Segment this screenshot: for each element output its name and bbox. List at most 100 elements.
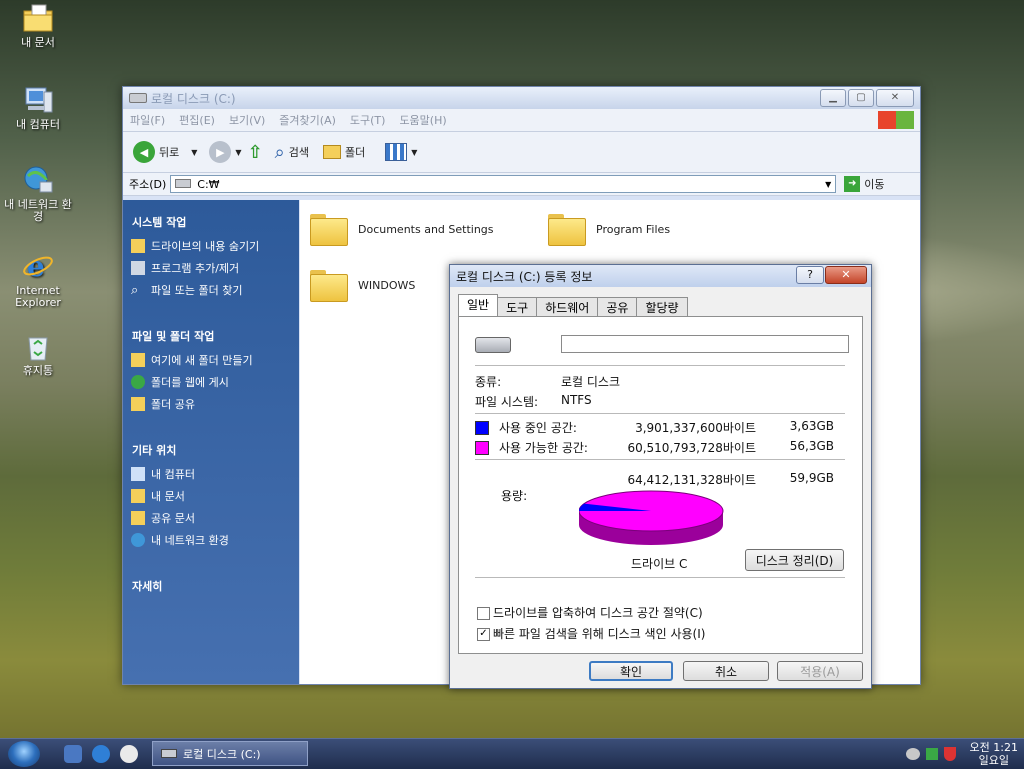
computer-icon xyxy=(22,84,54,116)
dialog-titlebar[interactable]: 로컬 디스크 (C:) 등록 정보 ? ✕ xyxy=(450,265,871,287)
close-button[interactable]: ✕ xyxy=(876,89,914,107)
desktop-icon-my-documents[interactable]: 내 문서 xyxy=(0,2,76,49)
folder-documents-and-settings[interactable]: Documents and Settings xyxy=(310,212,494,246)
drive-icon xyxy=(175,178,192,188)
menu-favorites[interactable]: 즐겨찾기(A) xyxy=(272,112,343,128)
forward-button[interactable]: ▶ ▼ xyxy=(209,141,242,163)
chevron-down-icon[interactable]: ▼ xyxy=(235,148,241,157)
folder-icon xyxy=(310,268,348,302)
task-publish-web[interactable]: 폴더를 웹에 게시 xyxy=(131,374,299,390)
apply-button[interactable]: 적용(A) xyxy=(777,661,863,681)
task-new-folder[interactable]: 여기에 새 폴더 만들기 xyxy=(131,352,299,368)
address-dropdown[interactable]: ▼ xyxy=(825,180,831,189)
start-button[interactable] xyxy=(8,741,40,767)
index-label[interactable]: 빠른 파일 검색을 위해 디스크 색인 사용(I) xyxy=(493,625,705,642)
folder-program-files[interactable]: Program Files xyxy=(548,212,670,246)
menu-tools[interactable]: 도구(T) xyxy=(343,112,393,128)
go-label: 이동 xyxy=(864,178,885,191)
up-folder-button[interactable]: ⇧ xyxy=(248,142,263,163)
folder-icon xyxy=(548,212,586,246)
compress-checkbox[interactable] xyxy=(477,607,490,620)
place-my-computer[interactable]: 내 컴퓨터 xyxy=(131,466,299,482)
other-places-header[interactable]: 기타 위치 xyxy=(132,442,299,458)
file-tasks-header[interactable]: 파일 및 폴더 작업 xyxy=(132,328,299,344)
place-network[interactable]: 내 네트워크 환경 xyxy=(131,532,299,548)
chevron-down-icon[interactable]: ▼ xyxy=(191,148,197,157)
go-button[interactable]: ➜ 이동 xyxy=(844,176,885,192)
desktop-icon-label: 내 문서 xyxy=(21,36,55,49)
desktop-icon-label: 내 컴퓨터 xyxy=(16,118,60,131)
volume-label-input[interactable] xyxy=(561,335,849,353)
address-input[interactable]: C:₩ ▼ xyxy=(170,175,837,193)
index-checkbox[interactable]: ✓ xyxy=(477,628,490,641)
folder-icon xyxy=(323,145,341,159)
minimize-button[interactable]: ▁ xyxy=(820,89,846,107)
tray-security-shield-icon[interactable] xyxy=(943,747,956,761)
forward-arrow-icon: ▶ xyxy=(209,141,232,163)
menu-view[interactable]: 보기(V) xyxy=(222,112,272,128)
tab-quota[interactable]: 할당량 xyxy=(636,297,688,316)
tab-general[interactable]: 일반 xyxy=(458,294,499,316)
folders-button[interactable]: 폴더 xyxy=(323,144,365,160)
details-header[interactable]: 자세히 xyxy=(132,578,299,594)
dialog-close-button[interactable]: ✕ xyxy=(825,266,867,284)
used-gb: 3,63GB xyxy=(789,419,834,433)
help-button[interactable]: ? xyxy=(796,266,824,284)
explorer-titlebar[interactable]: 로컬 디스크 (C:) ▁ ▢ ✕ xyxy=(123,87,920,109)
free-space-swatch xyxy=(475,441,489,455)
taskbar-item-explorer[interactable]: 로컬 디스크 (C:) xyxy=(152,741,308,766)
menu-help[interactable]: 도움말(H) xyxy=(392,112,453,128)
menu-edit[interactable]: 편집(E) xyxy=(172,112,222,128)
place-shared-documents[interactable]: 공유 문서 xyxy=(131,510,299,526)
task-add-remove-programs[interactable]: 프로그램 추가/제거 xyxy=(131,260,299,276)
show-desktop-icon[interactable] xyxy=(64,745,82,763)
search-button[interactable]: ⌕ 검색 xyxy=(275,142,309,163)
compress-label[interactable]: 드라이브를 압축하여 디스크 공간 절약(C) xyxy=(493,604,703,621)
back-arrow-icon: ◀ xyxy=(133,141,155,163)
drive-icon xyxy=(161,749,177,758)
tab-sharing[interactable]: 공유 xyxy=(597,297,638,316)
tray-network-icon[interactable] xyxy=(905,748,920,760)
menubar: 파일(F) 편집(E) 보기(V) 즐겨찾기(A) 도구(T) 도움말(H) xyxy=(123,109,920,132)
desktop-icon-label: Internet Explorer xyxy=(15,284,61,309)
system-tasks-header[interactable]: 시스템 작업 xyxy=(132,214,299,230)
documents-icon xyxy=(131,489,145,503)
type-label: 종류: xyxy=(475,375,502,389)
folder-windows[interactable]: WINDOWS xyxy=(310,268,415,302)
desktop-icon-my-computer[interactable]: 내 컴퓨터 xyxy=(0,84,76,131)
desktop-icon-recycle-bin[interactable]: 휴지통 xyxy=(0,330,76,377)
used-bytes: 3,901,337,600바이트 xyxy=(635,421,756,435)
task-hide-drive[interactable]: 드라이브의 내용 숨기기 xyxy=(131,238,299,254)
type-value: 로컬 디스크 xyxy=(561,375,621,389)
menu-file[interactable]: 파일(F) xyxy=(123,112,172,128)
desktop-icon-internet-explorer[interactable]: e Internet Explorer xyxy=(0,250,76,309)
free-gb: 56,3GB xyxy=(789,439,834,453)
ok-button[interactable]: 확인 xyxy=(589,661,673,681)
internet-explorer-icon[interactable] xyxy=(92,745,110,763)
separator xyxy=(475,459,845,460)
capacity-gb: 59,9GB xyxy=(789,471,834,485)
task-search-files[interactable]: ⌕ 파일 또는 폴더 찾기 xyxy=(131,282,299,298)
desktop-icon-label: 내 네트워크 환경 xyxy=(4,198,72,223)
desktop-icon-network[interactable]: 내 네트워크 환경 xyxy=(0,164,76,223)
programs-icon xyxy=(131,261,145,275)
go-arrow-icon: ➜ xyxy=(844,176,861,192)
dialog-title: 로컬 디스크 (C:) 등록 정보 xyxy=(456,269,593,284)
media-player-icon[interactable] xyxy=(120,745,138,763)
internet-explorer-icon: e xyxy=(22,250,54,283)
tab-tools[interactable]: 도구 xyxy=(497,297,538,316)
tray-recycle-icon[interactable] xyxy=(925,748,938,760)
views-button[interactable]: ▼ xyxy=(385,143,417,161)
search-icon: ⌕ xyxy=(131,283,139,298)
back-button[interactable]: ◀ 뒤로 ▼ xyxy=(133,141,197,163)
maximize-button[interactable]: ▢ xyxy=(848,89,874,107)
chevron-down-icon[interactable]: ▼ xyxy=(411,148,417,157)
cancel-button[interactable]: 취소 xyxy=(683,661,769,681)
place-my-documents[interactable]: 내 문서 xyxy=(131,488,299,504)
tab-hardware[interactable]: 하드웨어 xyxy=(536,297,599,316)
task-share-folder[interactable]: 폴더 공유 xyxy=(131,396,299,412)
disk-cleanup-button[interactable]: 디스크 정리(D) xyxy=(745,549,844,571)
share-folder-icon xyxy=(131,397,145,411)
up-arrow-icon: ⇧ xyxy=(247,141,263,163)
clock[interactable]: 오전 1:21 일요일 xyxy=(970,741,1018,767)
